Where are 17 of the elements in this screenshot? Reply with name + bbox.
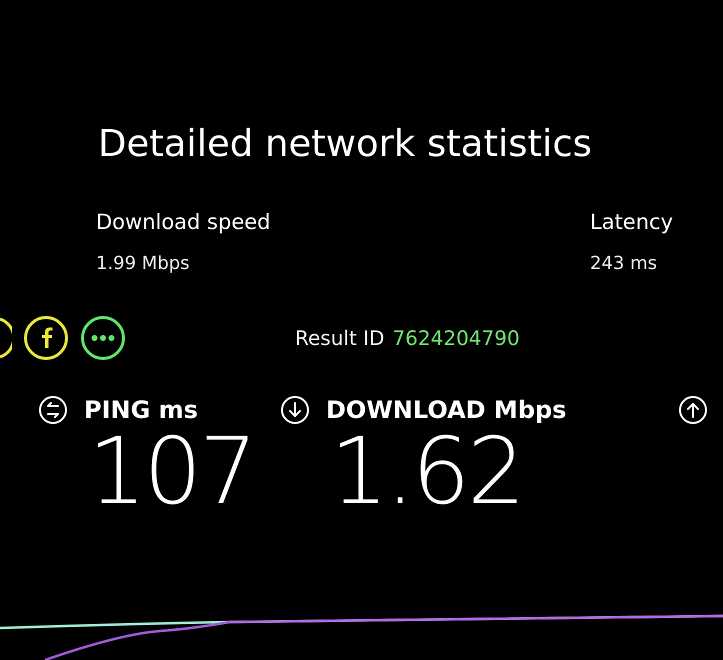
more-icon[interactable] [80,315,126,361]
result-id[interactable]: 7624204790 [392,326,520,350]
ping-icon [38,395,68,425]
stat-label: Download speed [96,209,272,236]
stat-label: Latency [590,209,674,236]
upload-icon [678,395,708,425]
metric-label: PING ms [84,396,198,424]
download-icon [280,395,310,425]
page-title: Detailed network statistics [98,121,593,167]
metric-value: 1.62 [330,427,523,517]
stat-value: 1.99 Mbps [96,252,191,276]
share-button[interactable] [0,315,12,361]
result-label: Result ID [295,326,384,350]
metric-label: DOWNLOAD Mbps [326,396,566,424]
f-logo-icon[interactable] [23,315,69,361]
metric-value: 107 [88,427,256,517]
stat-value: 243 ms [590,252,658,276]
